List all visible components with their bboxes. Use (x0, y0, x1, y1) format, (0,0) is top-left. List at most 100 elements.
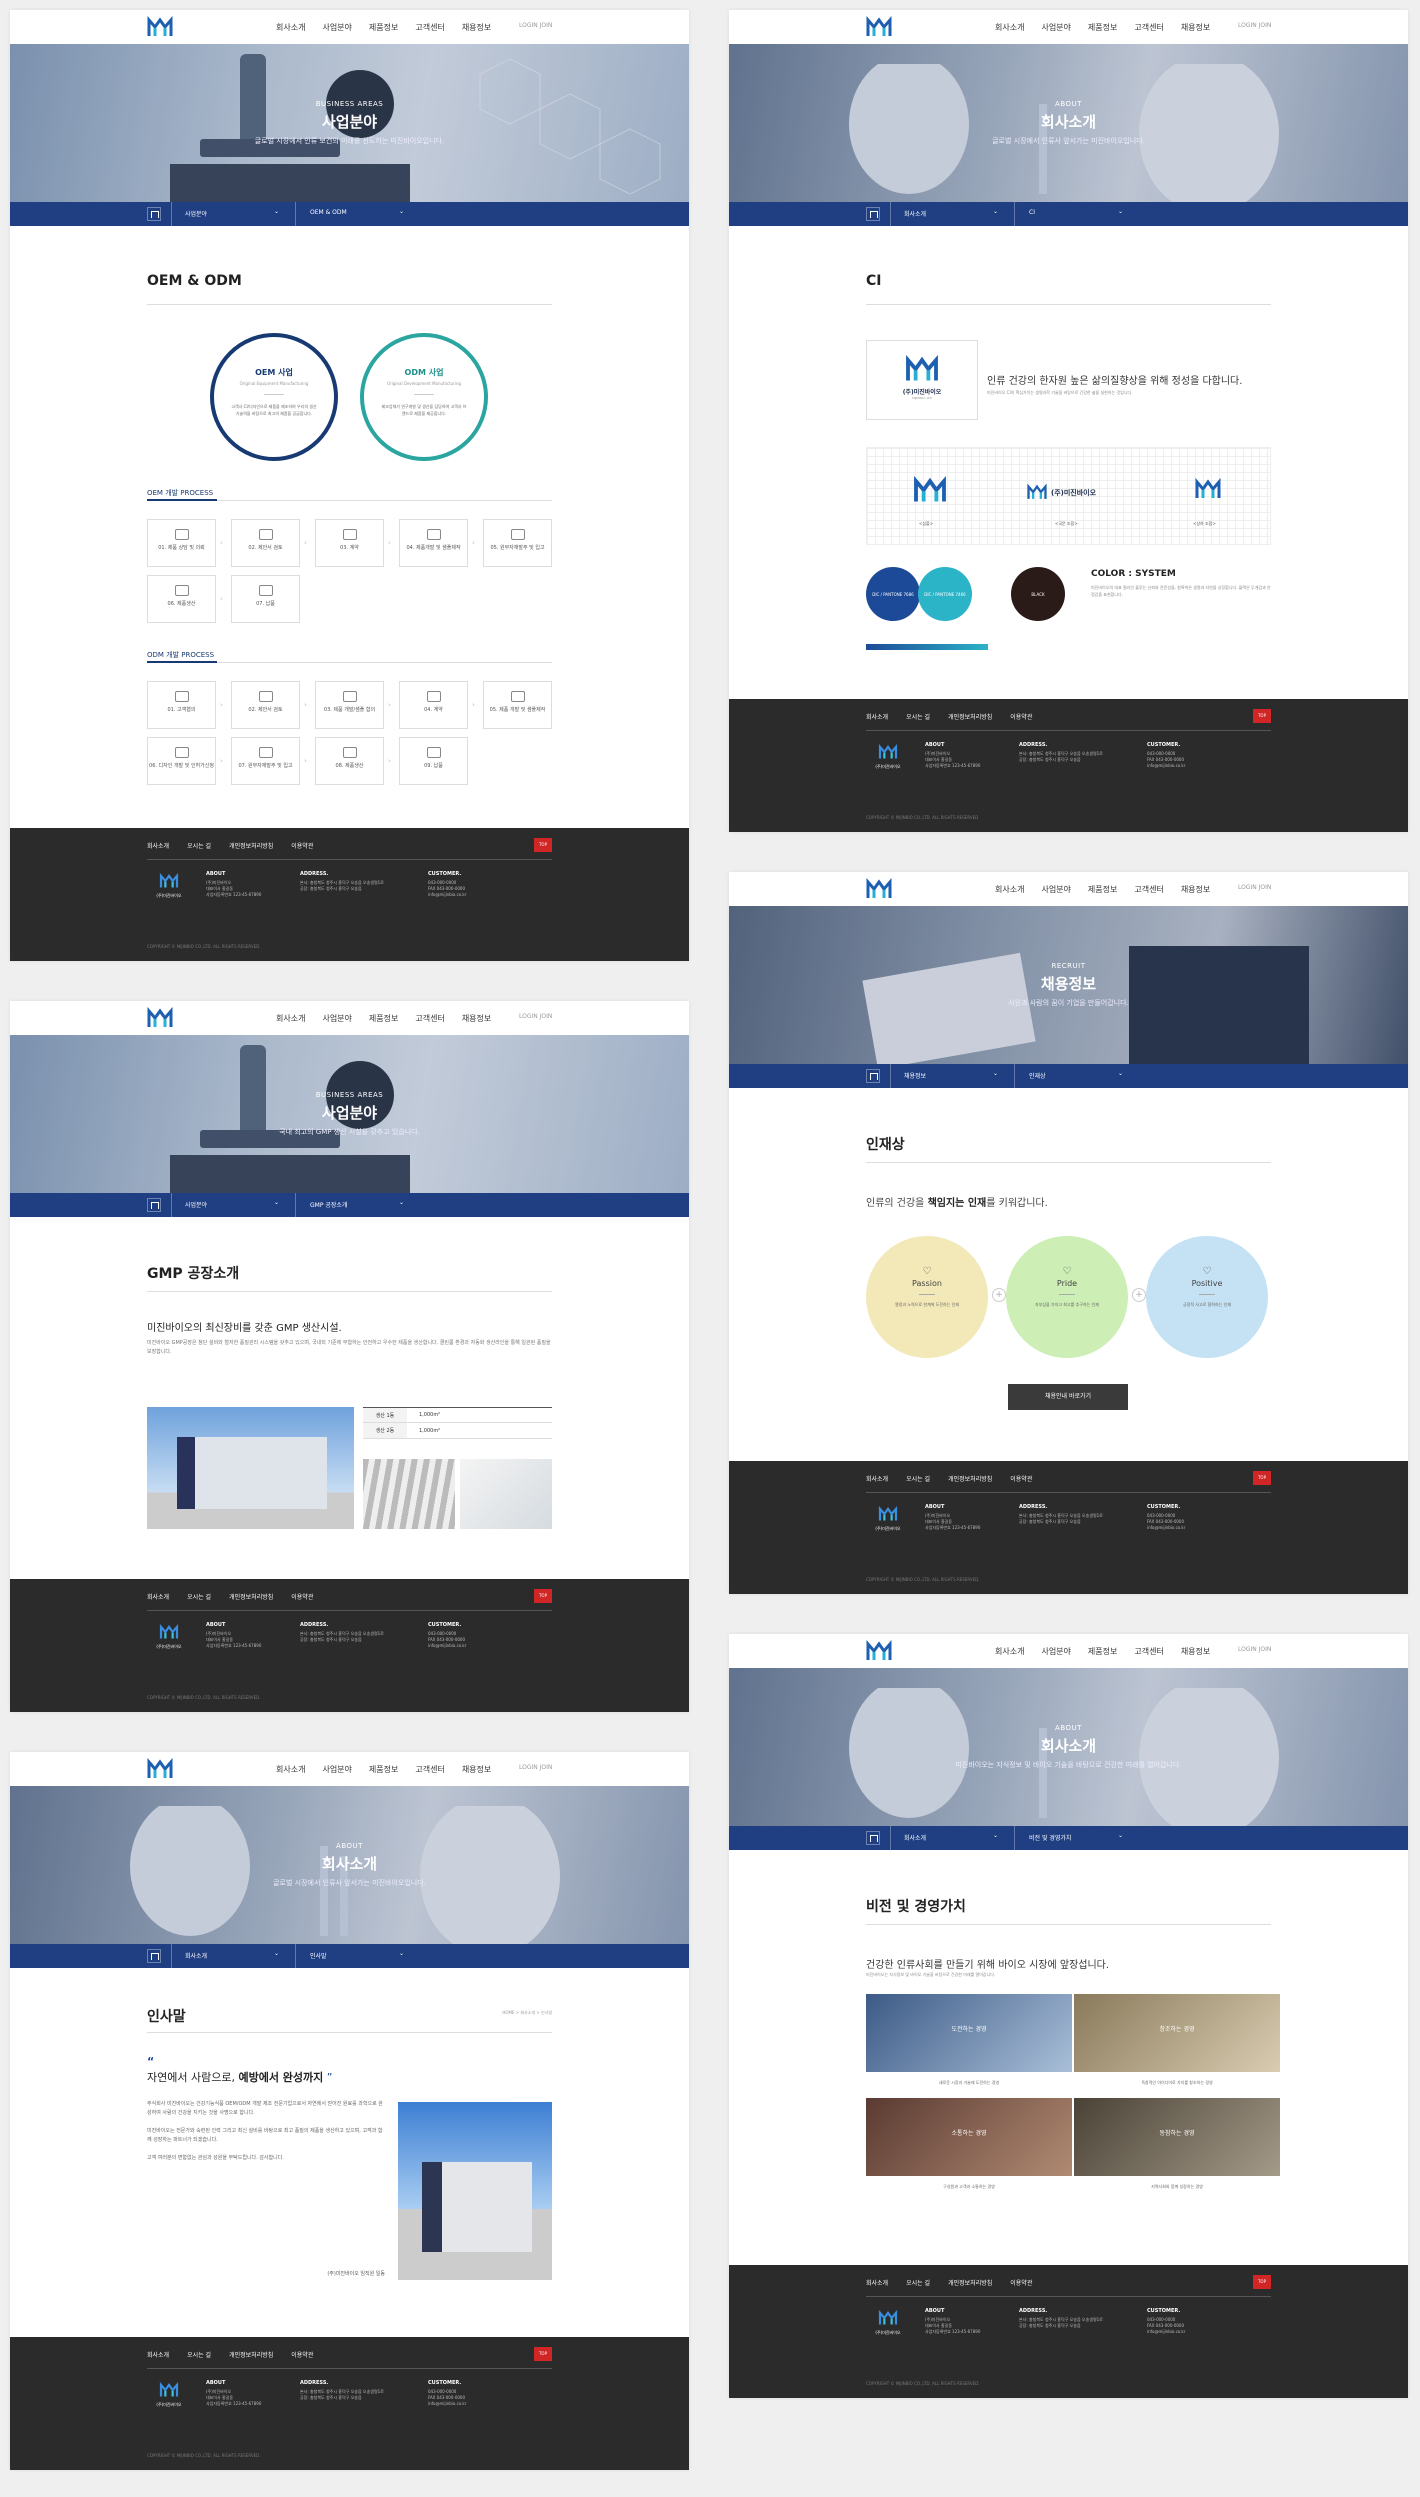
top-button[interactable]: TOP (1253, 709, 1271, 723)
login-join[interactable]: LOGIN JOIN (519, 1764, 552, 1771)
menu-item[interactable]: 회사소개 (276, 1764, 305, 1775)
menu-item[interactable]: 회사소개 (995, 884, 1024, 895)
home-icon[interactable] (866, 207, 880, 221)
footer-link[interactable]: 이용약관 (1010, 712, 1032, 721)
depth1-select[interactable]: 회사소개 (904, 209, 926, 218)
menu-item[interactable]: 사업분야 (1041, 22, 1070, 33)
login-join[interactable]: LOGIN JOIN (1238, 884, 1271, 891)
menu-item[interactable]: 사업분야 (322, 1764, 351, 1775)
footer-link[interactable]: 개인정보처리방침 (948, 712, 992, 721)
footer-link[interactable]: 회사소개 (866, 2278, 888, 2287)
menu-item[interactable]: 채용정보 (462, 1013, 491, 1024)
footer-link[interactable]: 개인정보처리방침 (229, 841, 273, 850)
chevron-down-icon[interactable]: ⌄ (1118, 208, 1123, 215)
depth2-select[interactable]: 인재상 (1029, 1071, 1046, 1080)
menu-item[interactable]: 사업분야 (1041, 1646, 1070, 1657)
top-button[interactable]: TOP (534, 2347, 552, 2361)
footer-link[interactable]: 회사소개 (147, 1592, 169, 1601)
top-button[interactable]: TOP (1253, 2275, 1271, 2289)
chevron-down-icon[interactable]: ⌄ (399, 208, 404, 215)
login-join[interactable]: LOGIN JOIN (519, 22, 552, 29)
footer-link[interactable]: 이용약관 (1010, 2278, 1032, 2287)
footer-link[interactable]: 회사소개 (866, 1474, 888, 1483)
footer-link[interactable]: 개인정보처리방침 (229, 1592, 273, 1601)
top-button[interactable]: TOP (1253, 1471, 1271, 1485)
menu-item[interactable]: 사업분야 (322, 1013, 351, 1024)
menu-item[interactable]: 고객센터 (1134, 22, 1163, 33)
menu-item[interactable]: 사업분야 (1041, 884, 1070, 895)
menu-item[interactable]: 채용정보 (462, 1764, 491, 1775)
home-icon[interactable] (866, 1831, 880, 1845)
chevron-down-icon[interactable]: ⌄ (274, 208, 279, 215)
login-join[interactable]: LOGIN JOIN (1238, 1646, 1271, 1653)
depth2-select[interactable]: OEM & ODM (310, 209, 347, 216)
company-logo[interactable] (147, 1007, 173, 1029)
menu-item[interactable]: 제품정보 (369, 22, 398, 33)
depth1-select[interactable]: 회사소개 (904, 1833, 926, 1842)
chevron-down-icon[interactable]: ⌄ (1118, 1832, 1123, 1839)
footer-link[interactable]: 오시는 길 (187, 1592, 211, 1601)
footer-link[interactable]: 오시는 길 (906, 712, 930, 721)
chevron-down-icon[interactable]: ⌄ (993, 1832, 998, 1839)
footer-link[interactable]: 회사소개 (147, 2350, 169, 2359)
menu-item[interactable]: 제품정보 (1088, 884, 1117, 895)
menu-item[interactable]: 고객센터 (415, 22, 444, 33)
menu-item[interactable]: 채용정보 (1181, 22, 1210, 33)
chevron-down-icon[interactable]: ⌄ (399, 1199, 404, 1206)
menu-item[interactable]: 회사소개 (995, 1646, 1024, 1657)
footer-link[interactable]: 이용약관 (291, 2350, 313, 2359)
menu-item[interactable]: 제품정보 (1088, 22, 1117, 33)
footer-link[interactable]: 개인정보처리방침 (948, 2278, 992, 2287)
depth2-select[interactable]: 비전 및 경영가치 (1029, 1833, 1071, 1842)
company-logo[interactable] (147, 16, 173, 38)
footer-link[interactable]: 회사소개 (866, 712, 888, 721)
top-button[interactable]: TOP (534, 1589, 552, 1603)
footer-link[interactable]: 오시는 길 (187, 2350, 211, 2359)
depth1-select[interactable]: 채용정보 (904, 1071, 926, 1080)
login-join[interactable]: LOGIN JOIN (1238, 22, 1271, 29)
menu-item[interactable]: 사업분야 (322, 22, 351, 33)
footer-link[interactable]: 오시는 길 (187, 841, 211, 850)
top-button[interactable]: TOP (534, 838, 552, 852)
footer-link[interactable]: 오시는 길 (906, 1474, 930, 1483)
menu-item[interactable]: 고객센터 (1134, 884, 1163, 895)
depth2-select[interactable]: 인사말 (310, 1951, 327, 1960)
company-logo[interactable] (866, 16, 892, 38)
footer-link[interactable]: 이용약관 (1010, 1474, 1032, 1483)
footer-link[interactable]: 오시는 길 (906, 2278, 930, 2287)
menu-item[interactable]: 고객센터 (415, 1013, 444, 1024)
footer-link[interactable]: 개인정보처리방침 (948, 1474, 992, 1483)
depth1-select[interactable]: 사업분야 (185, 209, 207, 218)
menu-item[interactable]: 제품정보 (369, 1013, 398, 1024)
chevron-down-icon[interactable]: ⌄ (1118, 1070, 1123, 1077)
menu-item[interactable]: 회사소개 (276, 1013, 305, 1024)
menu-item[interactable]: 제품정보 (369, 1764, 398, 1775)
recruit-guide-button[interactable]: 채용안내 바로가기 (1008, 1384, 1128, 1410)
home-icon[interactable] (147, 1198, 161, 1212)
footer-link[interactable]: 개인정보처리방침 (229, 2350, 273, 2359)
chevron-down-icon[interactable]: ⌄ (399, 1950, 404, 1957)
menu-item[interactable]: 채용정보 (462, 22, 491, 33)
home-icon[interactable] (147, 1949, 161, 1963)
menu-item[interactable]: 회사소개 (995, 22, 1024, 33)
company-logo[interactable] (866, 1640, 892, 1662)
home-icon[interactable] (866, 1069, 880, 1083)
menu-item[interactable]: 채용정보 (1181, 1646, 1210, 1657)
footer-link[interactable]: 이용약관 (291, 841, 313, 850)
menu-item[interactable]: 회사소개 (276, 22, 305, 33)
menu-item[interactable]: 고객센터 (1134, 1646, 1163, 1657)
footer-link[interactable]: 회사소개 (147, 841, 169, 850)
depth2-select[interactable]: CI (1029, 209, 1035, 216)
depth1-select[interactable]: 사업분야 (185, 1200, 207, 1209)
depth1-select[interactable]: 회사소개 (185, 1951, 207, 1960)
chevron-down-icon[interactable]: ⌄ (993, 1070, 998, 1077)
chevron-down-icon[interactable]: ⌄ (274, 1950, 279, 1957)
depth2-select[interactable]: GMP 공장소개 (310, 1200, 347, 1209)
menu-item[interactable]: 채용정보 (1181, 884, 1210, 895)
home-icon[interactable] (147, 207, 161, 221)
login-join[interactable]: LOGIN JOIN (519, 1013, 552, 1020)
menu-item[interactable]: 고객센터 (415, 1764, 444, 1775)
chevron-down-icon[interactable]: ⌄ (993, 208, 998, 215)
menu-item[interactable]: 제품정보 (1088, 1646, 1117, 1657)
company-logo[interactable] (147, 1758, 173, 1780)
